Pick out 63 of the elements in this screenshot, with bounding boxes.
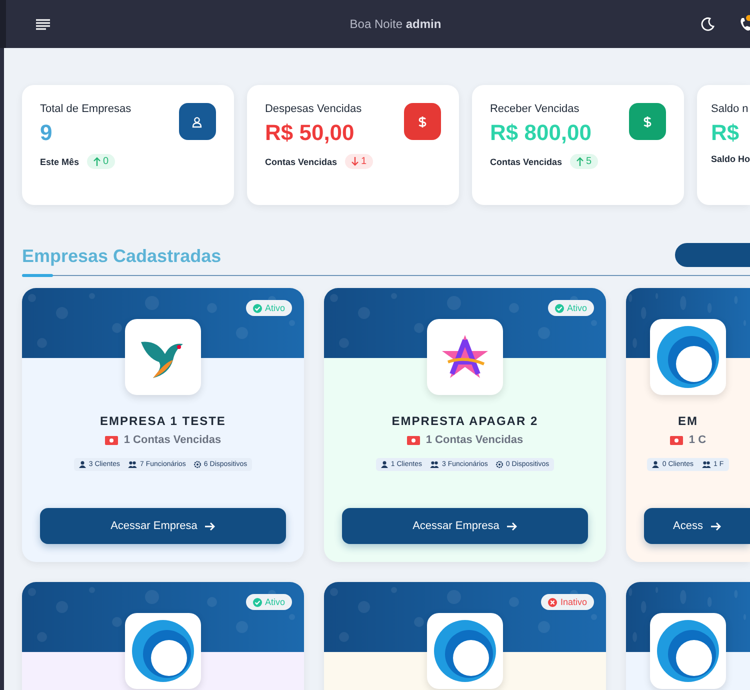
access-button[interactable]: Acessar Empresa bbox=[40, 508, 286, 544]
trend-badge: 1 bbox=[345, 154, 373, 169]
stat-label: Saldo Ho bbox=[710, 154, 750, 164]
stat-value: 9 bbox=[40, 120, 52, 146]
arrow-down-icon bbox=[351, 157, 360, 166]
user-icon bbox=[191, 116, 204, 128]
menu-icon[interactable] bbox=[36, 18, 50, 30]
arrow-right-icon bbox=[710, 522, 721, 530]
stat-label: Contas Vencidas bbox=[264, 156, 338, 166]
check-icon bbox=[554, 304, 564, 312]
person-icon bbox=[380, 461, 388, 468]
stat-title: Saldo n bbox=[710, 103, 750, 115]
people-icon bbox=[702, 461, 710, 468]
banknote-icon bbox=[406, 436, 420, 444]
stat-value: R$ bbox=[710, 120, 740, 146]
dollar-icon bbox=[642, 116, 652, 128]
person-icon bbox=[652, 461, 660, 468]
status-badge: Inativo bbox=[541, 594, 594, 610]
stat-title: Total de Empresas bbox=[40, 103, 132, 115]
people-icon bbox=[430, 461, 439, 468]
greeting-text: Boa Noite admin bbox=[348, 17, 442, 31]
wave-logo-icon bbox=[656, 324, 720, 390]
trend-badge: 0 bbox=[87, 154, 115, 169]
stat-title: Despesas Vencidas bbox=[264, 103, 363, 115]
status-badge: Ativo bbox=[246, 300, 292, 316]
x-icon bbox=[548, 598, 558, 606]
banknote-icon bbox=[670, 436, 683, 444]
check-icon bbox=[252, 598, 262, 606]
stat-label: Contas Vencidas bbox=[490, 156, 562, 166]
status-badge: Ativo bbox=[246, 594, 292, 610]
overdue-label: 1 Contas Vencidas bbox=[426, 434, 524, 446]
company-name: EMPRESTA APAGAR 2 bbox=[392, 414, 538, 428]
stat-value: R$ 50,00 bbox=[264, 120, 354, 146]
trend-badge: 5 bbox=[570, 154, 598, 169]
status-badge: Ativo bbox=[548, 300, 594, 316]
phone-icon[interactable] bbox=[739, 15, 750, 33]
stat-value: R$ 800,00 bbox=[490, 120, 592, 146]
check-icon bbox=[252, 304, 262, 312]
company-name: EM bbox=[678, 414, 698, 428]
section-title: Empresas Cadastradas bbox=[22, 246, 222, 266]
arrow-right-icon bbox=[205, 522, 216, 530]
person-icon bbox=[78, 461, 86, 468]
stat-title: Receber Vencidas bbox=[490, 103, 580, 115]
access-button[interactable]: Acessar Empresa bbox=[342, 508, 588, 544]
gear-icon bbox=[496, 461, 503, 468]
dollar-icon bbox=[418, 116, 427, 128]
banknote-icon bbox=[104, 436, 118, 444]
toolbar-pill[interactable] bbox=[675, 243, 750, 267]
arrow-right-icon bbox=[507, 522, 518, 530]
overdue-label: 1 Contas Vencidas bbox=[124, 434, 222, 446]
wave-logo-icon bbox=[130, 618, 195, 684]
arrow-up-icon bbox=[93, 157, 102, 166]
title-accent bbox=[22, 274, 53, 277]
company-name: EMPRESA 1 TESTE bbox=[100, 414, 226, 428]
access-button[interactable]: Acess bbox=[644, 508, 750, 544]
moon-icon[interactable] bbox=[701, 17, 715, 31]
people-icon bbox=[128, 461, 137, 468]
wave-logo-icon bbox=[432, 618, 497, 684]
overdue-label: 1 C bbox=[688, 434, 706, 446]
wave-logo-icon bbox=[656, 618, 720, 684]
stat-label: Este Mês bbox=[40, 156, 80, 166]
arrow-up-icon bbox=[576, 157, 584, 166]
gear-icon bbox=[194, 461, 201, 468]
